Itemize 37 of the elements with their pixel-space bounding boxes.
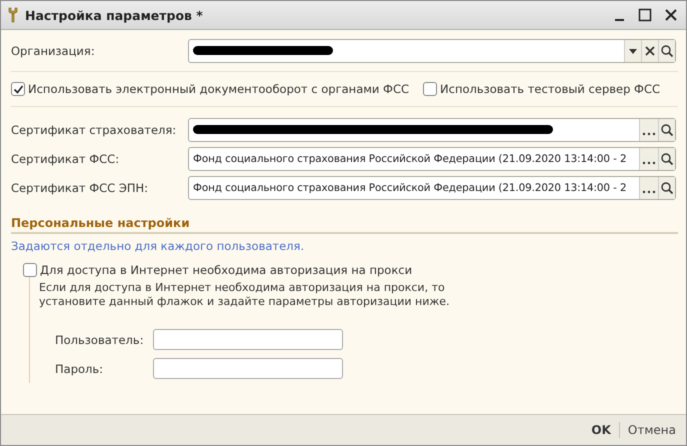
checkbox-box[interactable] — [23, 263, 37, 277]
certificate-field[interactable]: Фонд социального страхования Российской Федерации (21.09.2020 13:14:00 - 2 — [188, 176, 676, 200]
ellipsis-icon[interactable] — [639, 148, 658, 170]
maximize-icon[interactable] — [638, 8, 652, 22]
field-label: Организация: — [11, 44, 96, 58]
input-field[interactable] — [153, 329, 343, 350]
window-title: Настройка параметров * — [25, 8, 203, 22]
dialog-button[interactable]: Отмена — [626, 423, 678, 437]
search-icon[interactable] — [658, 148, 675, 170]
hint-text: Если для доступа в Интернет необходима авторизация на прокси, то установите данный флажок и задайте параметры авторизации ниже. — [39, 280, 451, 309]
checkbox-label: Для доступа в Интернет необходима авторизация на прокси — [40, 263, 412, 277]
field-value: Фонд социального страхования Российской Федерации (21.09.2020 13:14:00 - 2 — [193, 152, 627, 164]
checkbox[interactable]: Для доступа в Интернет необходима авторизация на прокси — [23, 263, 678, 277]
search-icon[interactable] — [658, 118, 675, 140]
field-label: Сертификат ФСС: — [11, 152, 120, 166]
ellipsis-icon[interactable] — [639, 118, 658, 140]
clear-icon[interactable] — [641, 40, 658, 62]
search-icon[interactable] — [658, 40, 675, 62]
dialog-button[interactable]: OK — [589, 423, 613, 437]
close-icon[interactable] — [664, 8, 678, 22]
field-label: Пароль: — [55, 362, 104, 376]
certificate-field[interactable] — [188, 118, 676, 142]
dropdown-icon[interactable] — [624, 40, 641, 62]
field-label: Пользователь: — [55, 332, 145, 346]
input-field[interactable] — [153, 358, 343, 379]
certificate-field[interactable]: Фонд социального страхования Российской Федерации (21.09.2020 13:14:00 - 2 — [188, 146, 676, 170]
field-label: Сертификат страхователя: — [11, 122, 178, 136]
section-title: Персональные настройки — [11, 216, 190, 230]
field-label: Сертификат ФСС ЭПН: — [11, 180, 150, 194]
organization-field[interactable] — [188, 38, 676, 62]
wrench-icon — [7, 7, 19, 23]
checkbox-box[interactable] — [11, 82, 25, 96]
field-value: Фонд социального страхования Российской Федерации (21.09.2020 13:14:00 - 2 — [193, 182, 627, 194]
search-icon[interactable] — [658, 176, 675, 198]
ellipsis-icon[interactable] — [639, 176, 658, 198]
section-note: Задаются отдельно для каждого пользователя. — [11, 239, 306, 253]
checkbox-box[interactable] — [423, 82, 438, 96]
